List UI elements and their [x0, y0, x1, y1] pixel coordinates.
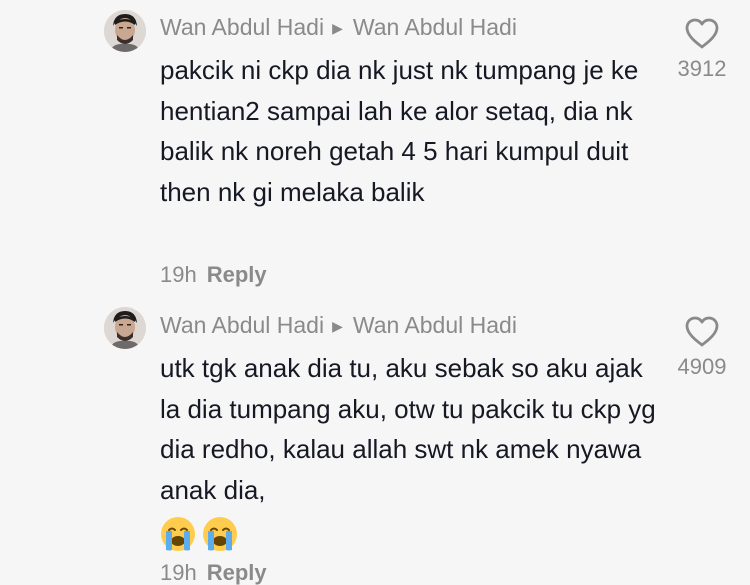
comment-meta: 19h Reply: [160, 262, 267, 288]
author-name[interactable]: Wan Abdul Hadi: [160, 14, 324, 40]
comment-text-content: utk tgk anak dia tu, aku sebak so aku aj…: [160, 353, 656, 505]
reply-to-name[interactable]: Wan Abdul Hadi: [353, 312, 517, 338]
reply-arrow-icon: ▶: [332, 20, 343, 36]
reply-to-name[interactable]: Wan Abdul Hadi: [353, 14, 517, 40]
comments-list: Wan Abdul Hadi ▶ Wan Abdul Hadi pakcik ni …: [0, 0, 750, 585]
heart-icon: [685, 18, 719, 49]
reply-button[interactable]: Reply: [207, 560, 267, 585]
like-button[interactable]: 4909: [670, 315, 734, 380]
comment-time: 19h: [160, 560, 197, 585]
avatar[interactable]: [104, 10, 146, 52]
loudly-crying-face-icon: [161, 517, 195, 552]
comment-time: 19h: [160, 262, 197, 287]
reply-button[interactable]: Reply: [207, 262, 267, 287]
emoji-row: [160, 512, 670, 552]
like-count: 3912: [677, 56, 727, 81]
reply-arrow-icon: ▶: [332, 318, 343, 334]
comment-meta: 19h Reply: [160, 560, 267, 585]
like-count: 4909: [677, 354, 727, 379]
avatar[interactable]: [104, 307, 146, 349]
comment-header: Wan Abdul Hadi ▶ Wan Abdul Hadi: [160, 311, 517, 342]
comment-text: pakcik ni ckp dia nk just nk tumpang je …: [160, 55, 639, 207]
like-button[interactable]: 3912: [670, 17, 734, 82]
comment-header: Wan Abdul Hadi ▶ Wan Abdul Hadi: [160, 13, 517, 44]
loudly-crying-face-icon: [203, 517, 237, 552]
heart-icon: [685, 316, 719, 347]
author-name[interactable]: Wan Abdul Hadi: [160, 312, 324, 338]
comment-text: utk tgk anak dia tu, aku sebak so aku aj…: [160, 348, 670, 552]
